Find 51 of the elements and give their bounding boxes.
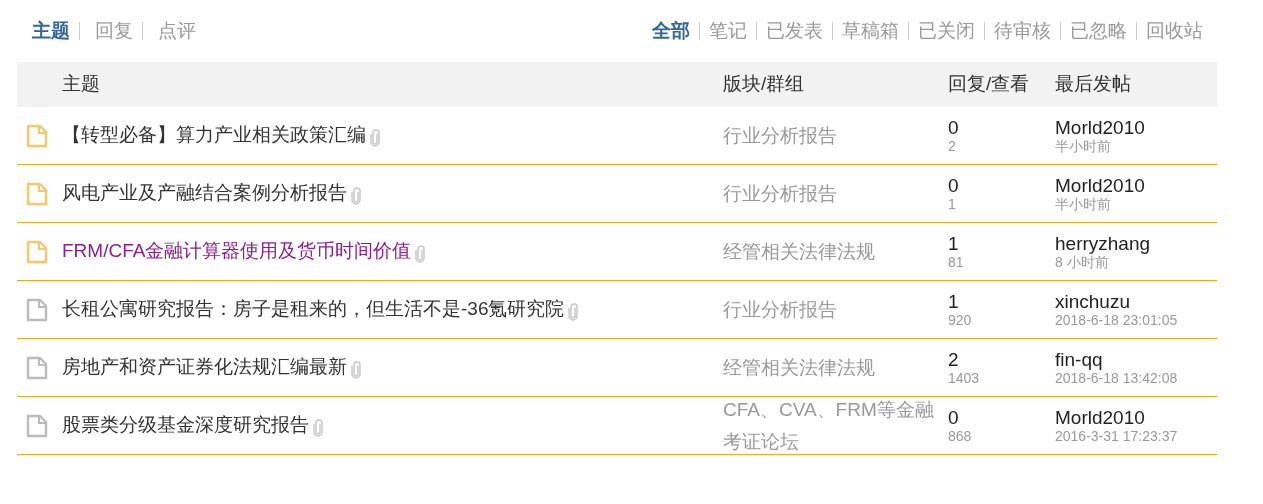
reply-count: 0: [948, 407, 960, 428]
reply-count: 1: [948, 291, 960, 312]
user-link[interactable]: Morld2010: [1055, 407, 1145, 428]
forum-link[interactable]: 经管相关法律法规: [723, 235, 940, 268]
post-time: 8 小时前: [1055, 253, 1109, 270]
forum-link[interactable]: 行业分析报告: [723, 177, 940, 210]
view-count: 920: [948, 311, 973, 328]
forum-link[interactable]: 经管相关法律法规: [723, 351, 940, 384]
tab[interactable]: 全部: [652, 19, 690, 43]
view-count: 81: [948, 253, 965, 270]
tab[interactable]: 草稿箱: [842, 19, 899, 43]
reply-count: 0: [948, 175, 960, 196]
topic-link[interactable]: 股票类分级基金深度研究报告: [62, 411, 309, 440]
tab[interactable]: 回收站: [1146, 19, 1203, 43]
tab[interactable]: 已关闭: [918, 19, 975, 43]
user-link[interactable]: Morld2010: [1055, 175, 1145, 196]
post-time: 半小时前: [1055, 137, 1111, 154]
reply-count: 0: [948, 117, 960, 138]
forum-link[interactable]: 行业分析报告: [723, 293, 940, 326]
user-link[interactable]: fin-qq: [1055, 349, 1103, 370]
reply-count: 1: [948, 233, 960, 254]
column-header: 最后发帖: [1055, 73, 1131, 95]
user-link[interactable]: xinchuzu: [1055, 291, 1130, 312]
tab[interactable]: 回复: [95, 19, 133, 43]
tab[interactable]: 点评: [158, 19, 196, 43]
view-count: 1403: [948, 369, 981, 386]
tab[interactable]: 已忽略: [1070, 19, 1127, 43]
post-time: 2018-6-18 23:01:05: [1055, 311, 1178, 328]
topic-link[interactable]: FRM/CFA金融计算器使用及货币时间价值: [62, 237, 412, 266]
column-header: 回复/查看: [948, 73, 1030, 95]
tab[interactable]: 已发表: [766, 19, 823, 43]
user-link[interactable]: Morld2010: [1055, 117, 1145, 138]
view-count: 2: [948, 137, 957, 154]
topic-link[interactable]: 房地产和资产证券化法规汇编最新: [62, 353, 347, 382]
column-header: 版块/群组: [723, 73, 805, 95]
tab[interactable]: 待审核: [994, 19, 1051, 43]
post-time: 2018-6-18 13:42:08: [1055, 369, 1178, 386]
topic-link[interactable]: 【转型必备】算力产业相关政策汇编: [62, 121, 366, 150]
post-time: 半小时前: [1055, 195, 1111, 212]
forum-link[interactable]: 行业分析报告: [723, 119, 940, 152]
column-header: 主题: [62, 73, 100, 95]
view-count: 868: [948, 427, 973, 444]
reply-count: 2: [948, 349, 960, 370]
user-link[interactable]: herryzhang: [1055, 233, 1151, 254]
tab[interactable]: 笔记: [709, 19, 747, 43]
forum-link[interactable]: CFA、CVA、FRM等金融考证论坛: [723, 393, 940, 458]
tab[interactable]: 主题: [32, 19, 70, 43]
topic-link[interactable]: 风电产业及产融结合案例分析报告: [62, 179, 347, 208]
topic-link[interactable]: 长租公寓研究报告：房子是租来的，但生活不是-36氪研究院: [62, 295, 565, 324]
view-count: 1: [948, 195, 957, 212]
post-time: 2016-3-31 17:23:37: [1055, 427, 1178, 444]
